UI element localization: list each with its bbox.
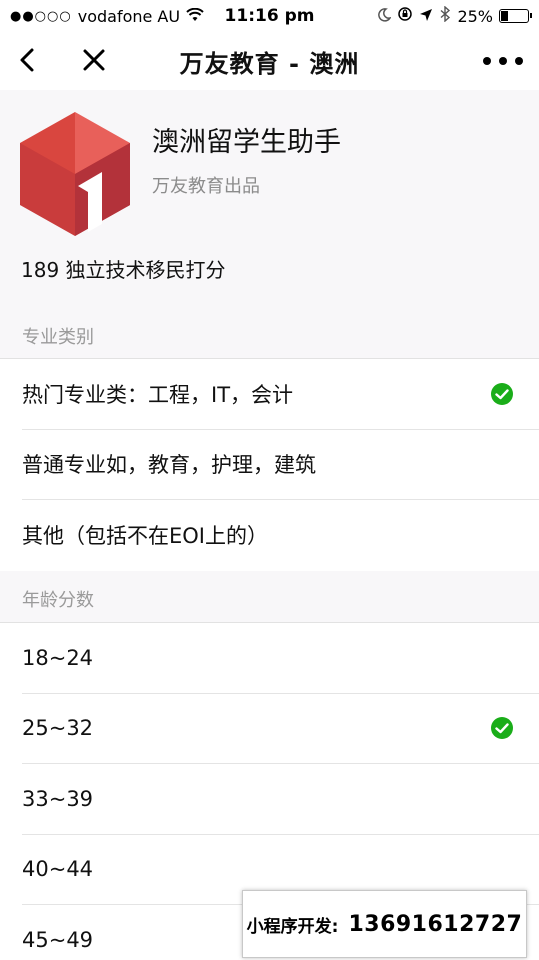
list-item-label: 45~49 — [22, 928, 94, 953]
list-item[interactable]: 25~32 — [22, 694, 539, 764]
app-name: 澳洲留学生助手 — [152, 127, 341, 158]
list-item-label: 25~32 — [22, 716, 94, 741]
list-item[interactable]: 18~24 — [22, 623, 539, 694]
watermark-phone: 13691612727 — [348, 911, 523, 937]
watermark-label: 小程序开发: — [246, 916, 339, 937]
list-item[interactable]: 普通专业如，教育，护理，建筑 — [22, 430, 539, 500]
section-header-age: 年龄分数 — [22, 590, 94, 611]
section-header-major: 专业类别 — [22, 327, 94, 348]
back-button[interactable] — [12, 42, 48, 78]
check-icon — [491, 382, 513, 405]
more-dot-icon — [499, 57, 507, 65]
list-item[interactable]: 其他（包括不在EOI上的） — [22, 500, 539, 571]
more-button[interactable] — [483, 46, 523, 76]
list-item-label: 普通专业如，教育，护理，建筑 — [22, 453, 316, 478]
battery-icon — [499, 9, 532, 23]
rotation-lock-icon — [397, 6, 413, 26]
list-item-label: 40~44 — [22, 857, 94, 882]
list-item-label: 其他（包括不在EOI上的） — [22, 524, 268, 549]
moon-icon — [377, 7, 393, 26]
status-left: ●●○○○ vodafone AU — [10, 7, 204, 26]
check-icon — [491, 717, 513, 740]
app-publisher: 万友教育出品 — [152, 176, 260, 197]
list-item[interactable]: 33~39 — [22, 764, 539, 835]
contact-watermark: 小程序开发: 13691612727 — [242, 890, 527, 958]
app-subtitle: 189 独立技术移民打分 — [21, 258, 226, 282]
location-icon — [419, 7, 433, 26]
close-icon — [83, 49, 105, 71]
close-button[interactable] — [76, 42, 112, 78]
wifi-icon — [186, 7, 204, 26]
nav-bar: 万友教育 - 澳洲 — [0, 32, 539, 90]
chevron-left-icon — [20, 48, 34, 72]
status-bar: ●●○○○ vodafone AU 11:16 pm 25% — [0, 0, 539, 32]
status-time: 11:16 pm — [224, 6, 315, 26]
list-item-label: 热门专业类：工程，IT，会计 — [22, 382, 294, 407]
list-item-label: 18~24 — [22, 645, 94, 670]
battery-percent: 25% — [457, 6, 493, 26]
list-item[interactable]: 热门专业类：工程，IT，会计 — [22, 359, 539, 430]
app-logo — [20, 112, 130, 236]
status-right: 25% — [377, 5, 532, 26]
more-dot-icon — [483, 57, 491, 65]
major-category-list: 热门专业类：工程，IT，会计 普通专业如，教育，护理，建筑 其他（包括不在EOI… — [0, 358, 539, 571]
battery-level-fill — [501, 11, 508, 21]
carrier-name: vodafone AU — [77, 6, 181, 26]
signal-strength-icon: ●●○○○ — [10, 8, 72, 24]
bluetooth-icon — [439, 5, 451, 26]
more-dot-icon — [515, 57, 523, 65]
list-item-label: 33~39 — [22, 786, 94, 811]
app-header: 澳洲留学生助手 万友教育出品 189 独立技术移民打分 — [0, 90, 539, 300]
